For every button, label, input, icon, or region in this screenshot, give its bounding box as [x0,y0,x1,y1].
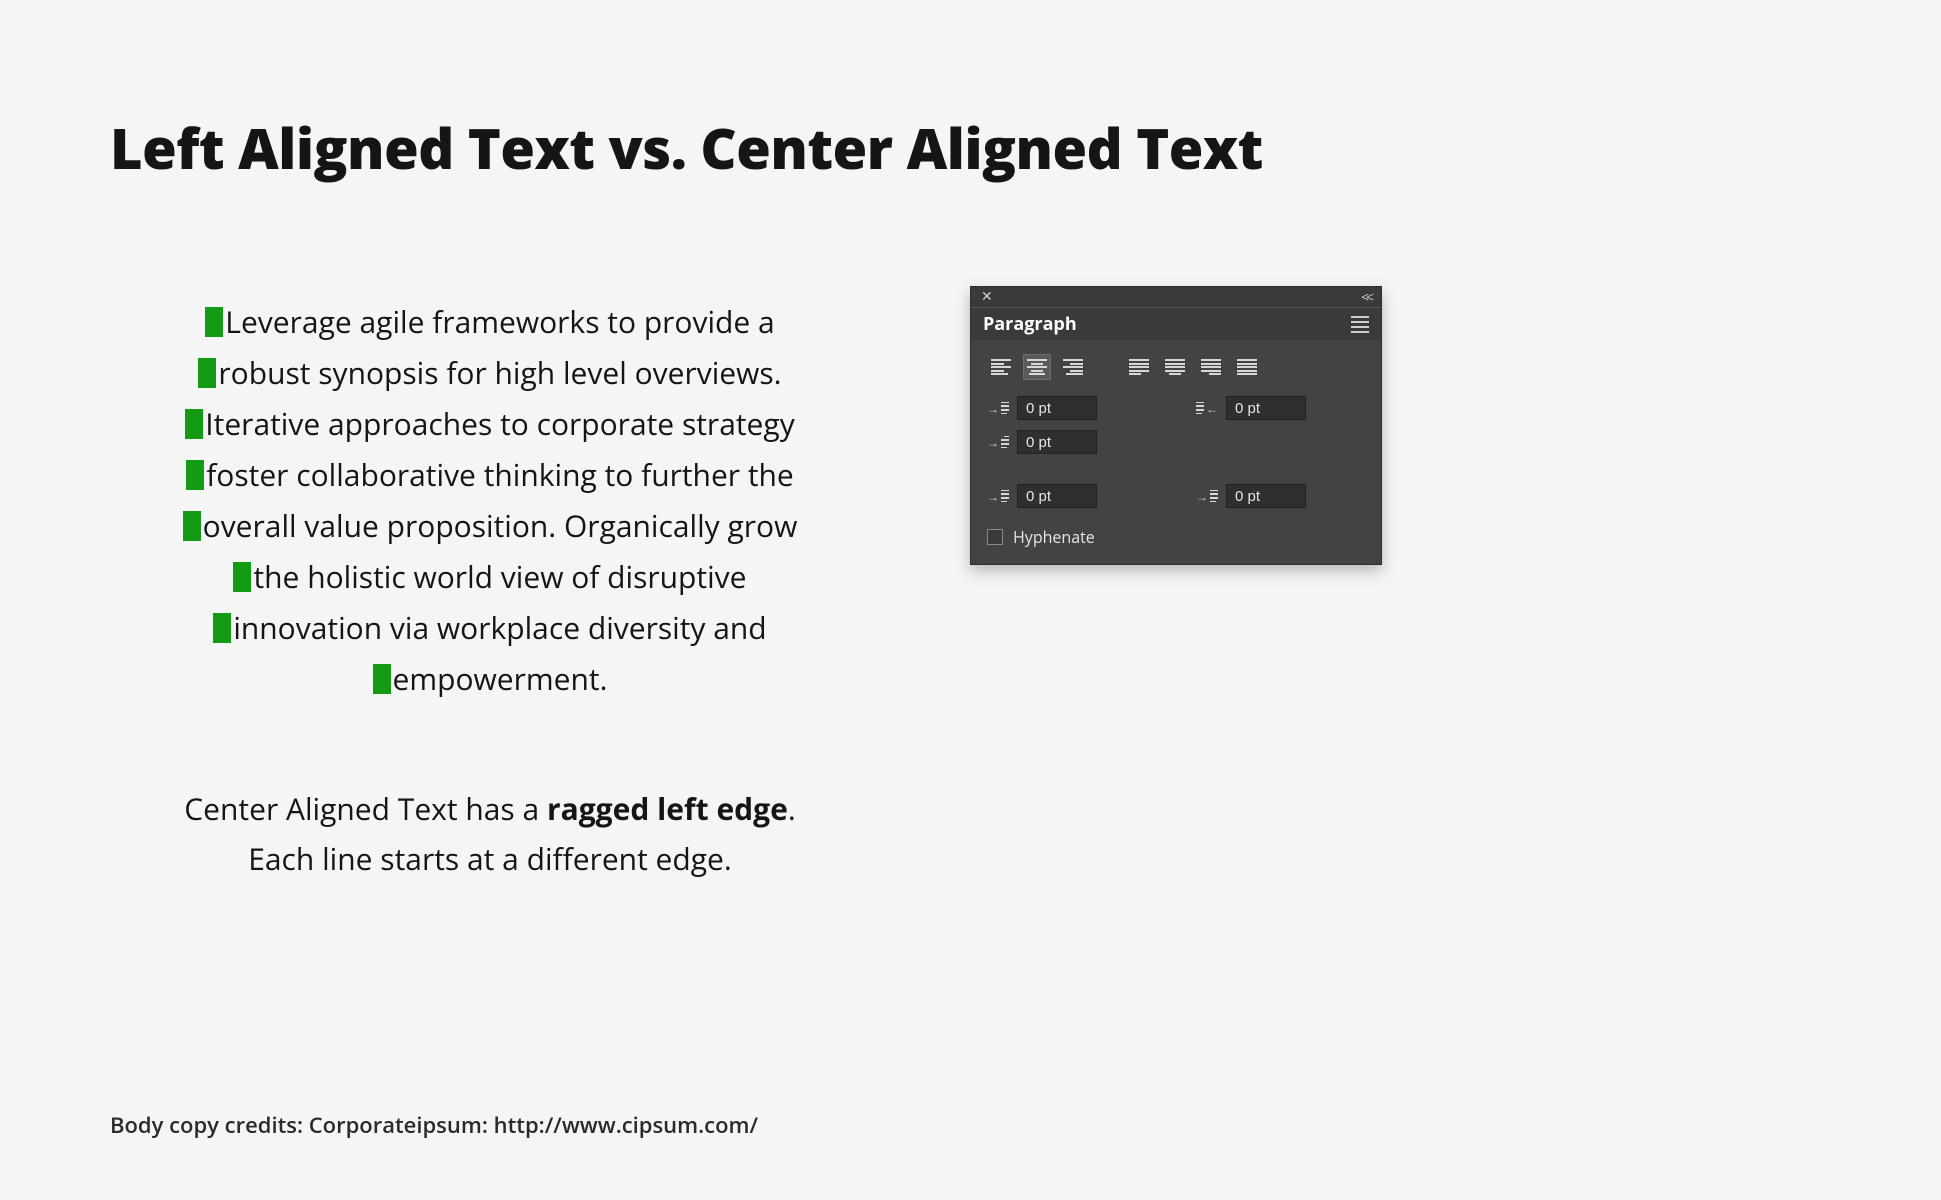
align-right-button[interactable] [1059,354,1087,380]
indent-right-field [1196,396,1365,420]
centered-paragraph: Leverage agile frameworks to provide a r… [130,296,850,704]
space-before-input[interactable] [1017,484,1097,508]
ragged-marker [198,358,216,388]
justify-center-button[interactable] [1161,354,1189,380]
justify-left-button[interactable] [1125,354,1153,380]
ragged-marker [183,511,201,541]
indent-left-icon [987,399,1009,417]
align-center-button[interactable] [1023,354,1051,380]
hyphenate-label: Hyphenate [1013,526,1095,548]
justify-center-icon [1165,359,1185,375]
example-column: Leverage agile frameworks to provide a r… [130,296,850,883]
space-after-field [1196,484,1365,508]
align-left-button[interactable] [987,354,1015,380]
align-left-icon [991,359,1011,375]
collapse-icon[interactable]: << [1361,288,1371,307]
panel-menu-icon[interactable] [1351,316,1369,333]
paragraph-line: robust synopsis for high level overviews… [218,352,781,393]
panel-header: Paragraph [971,307,1381,340]
paragraph-line: foster collaborative thinking to further… [206,454,794,495]
indent-right-input[interactable] [1226,396,1306,420]
paragraph-line: Iterative approaches to corporate strate… [205,403,794,444]
indent-right-icon [1196,399,1218,417]
justify-right-button[interactable] [1197,354,1225,380]
align-center-icon [1027,359,1047,375]
caption-line2: Each line starts at a different edge. [130,834,850,884]
page-title: Left Aligned Text vs. Center Aligned Tex… [110,110,1831,186]
caption-text: . [788,788,796,829]
space-after-icon [1196,487,1218,505]
ragged-marker [213,613,231,643]
justify-right-icon [1201,359,1221,375]
paragraph-panel: ✕ << Paragraph [970,286,1382,565]
ragged-marker [373,664,391,694]
align-right-icon [1063,359,1083,375]
justify-all-button[interactable] [1233,354,1261,380]
indent-left-input[interactable] [1017,396,1097,420]
paragraph-line: innovation via workplace diversity and [233,607,766,648]
paragraph-line: empowerment. [393,658,608,699]
hyphenate-checkbox[interactable] [987,529,1003,545]
credits-text: Body copy credits: Corporateipsum: http:… [110,1110,758,1140]
ragged-marker [186,460,204,490]
close-icon[interactable]: ✕ [981,290,993,304]
justify-left-icon [1129,359,1149,375]
alignment-row [987,354,1365,380]
first-line-indent-input[interactable] [1017,430,1097,454]
paragraph-line: the holistic world view of disruptive [253,556,746,597]
paragraph-line: Leverage agile frameworks to provide a [225,301,774,342]
ragged-marker [205,307,223,337]
caption-text: Center Aligned Text has a [184,788,547,829]
space-before-icon [987,487,1009,505]
paragraph-line: overall value proposition. Organically g… [203,505,798,546]
first-line-indent-field [987,430,1156,454]
caption: Center Aligned Text has a ragged left ed… [130,784,850,883]
justify-all-icon [1237,359,1257,375]
panel-top-bar: ✕ << [971,287,1381,307]
first-line-indent-icon [987,433,1009,451]
space-after-input[interactable] [1226,484,1306,508]
ragged-marker [233,562,251,592]
ragged-marker [185,409,203,439]
panel-title: Paragraph [983,312,1077,336]
space-before-field [987,484,1156,508]
indent-left-field [987,396,1156,420]
caption-bold: ragged left edge [547,788,788,829]
